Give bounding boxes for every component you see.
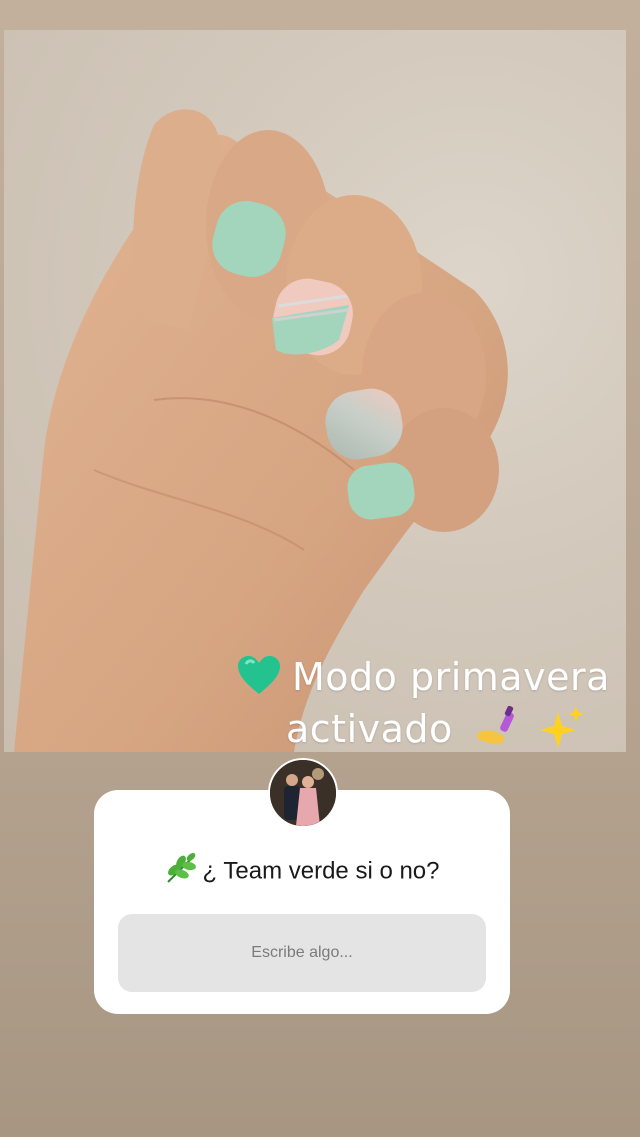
green-heart-icon	[236, 654, 282, 706]
answer-input[interactable]	[118, 914, 486, 992]
nail-polish-icon	[473, 705, 519, 758]
sparkles-icon	[539, 706, 584, 758]
caption-line-1: Modo primavera	[236, 654, 636, 706]
profile-avatar[interactable]	[268, 758, 338, 828]
question-text: ¿ Team verde si o no?	[94, 852, 510, 891]
story-caption: Modo primavera activado	[236, 654, 636, 758]
herb-icon	[164, 852, 198, 891]
caption-line-2: activado	[236, 705, 636, 758]
story-photo	[4, 30, 626, 752]
